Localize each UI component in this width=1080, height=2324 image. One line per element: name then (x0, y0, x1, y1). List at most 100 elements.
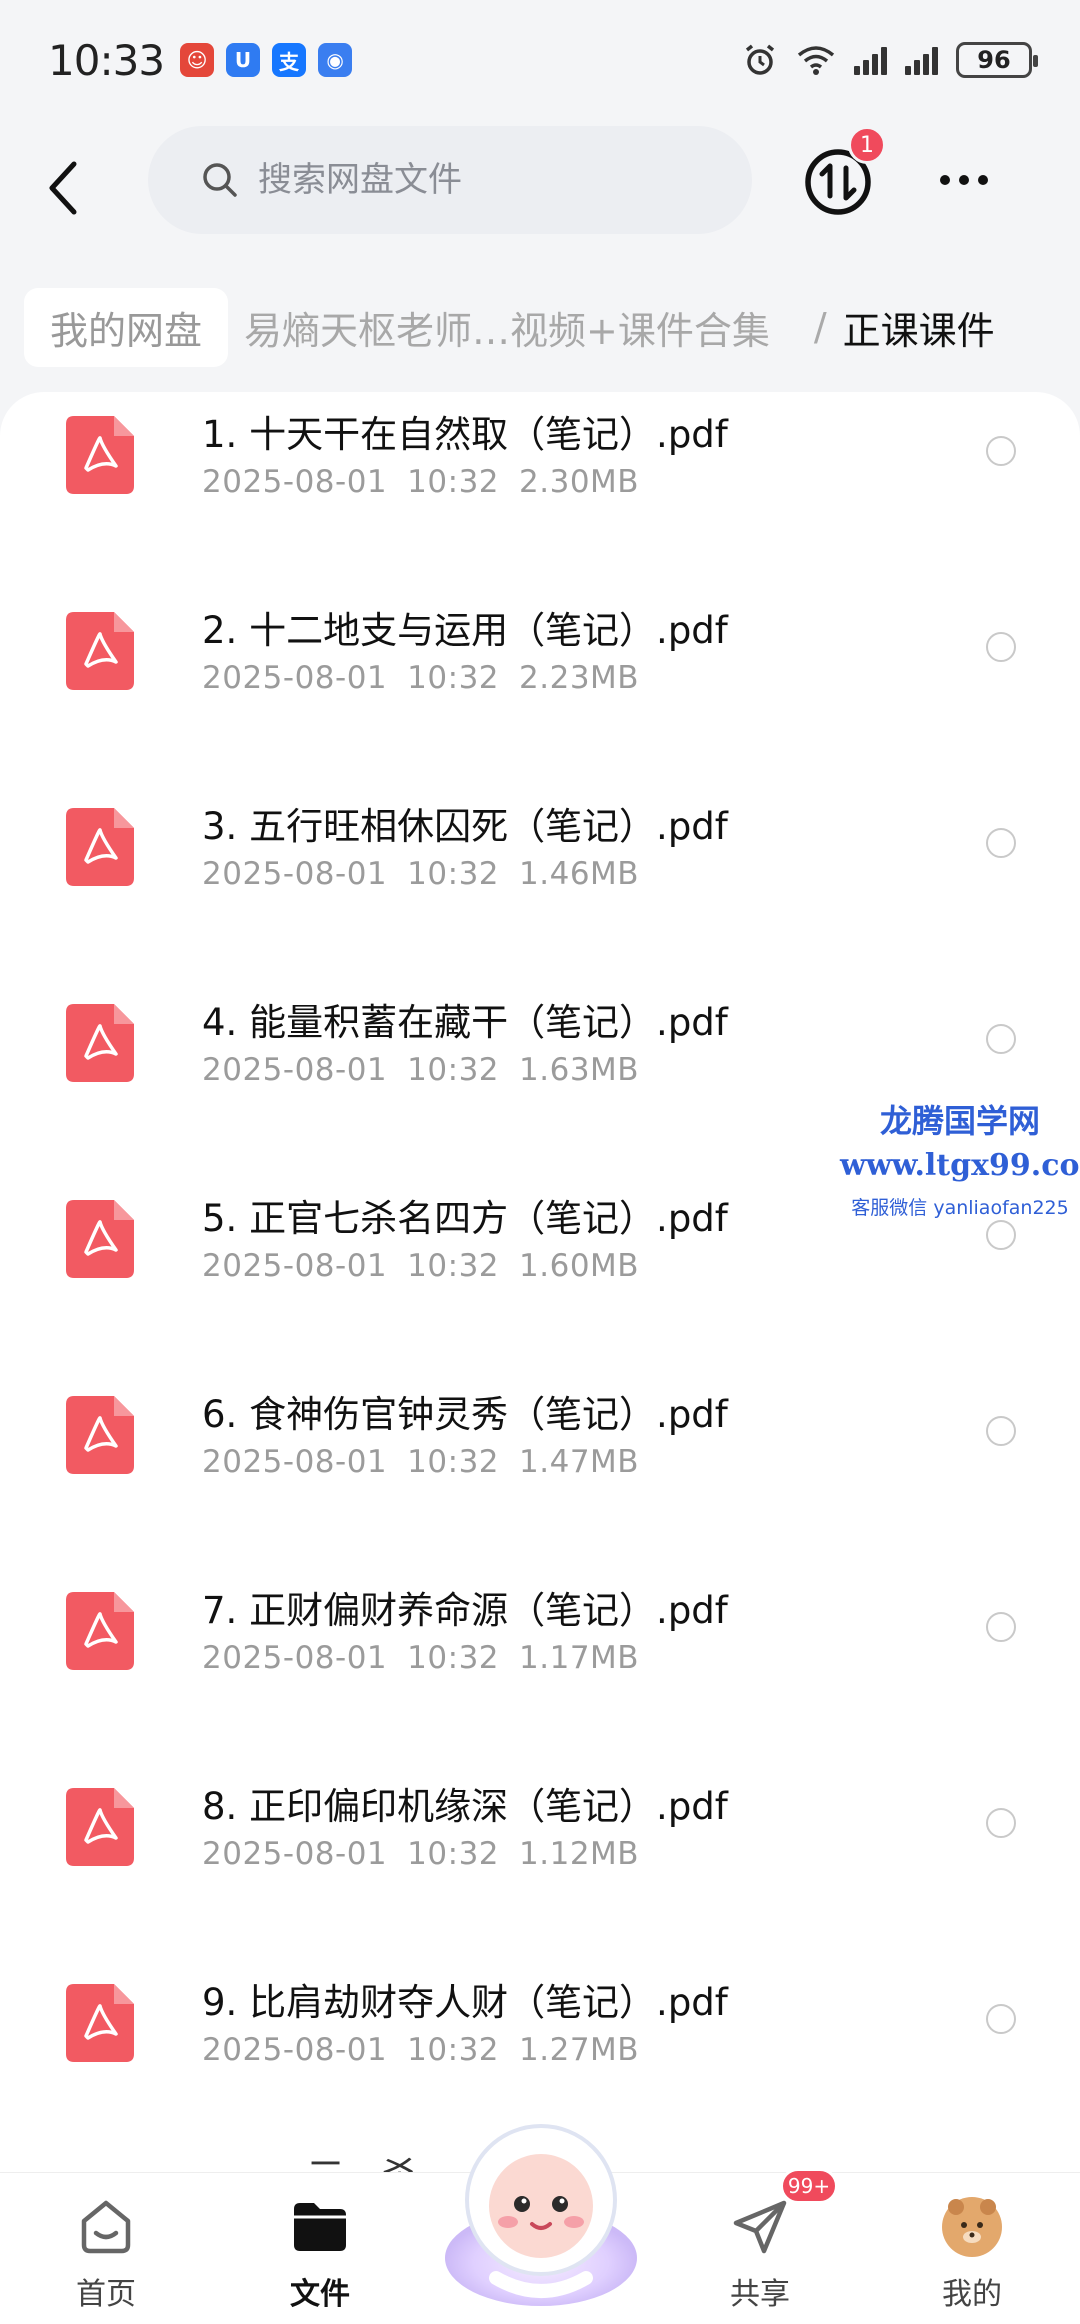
file-size: 1.63MB (519, 1052, 640, 1088)
back-arrow-icon[interactable] (44, 158, 84, 218)
search-icon (203, 163, 237, 197)
file-list: 1. 十天干在自然取（笔记）.pdf 2025-08-01 10:32 2.30MB… (0, 392, 1080, 2172)
app-taobao-icon: U (226, 43, 261, 77)
file-size: 1.17MB (519, 1640, 640, 1676)
pdf-file-icon (66, 612, 134, 690)
select-checkbox[interactable] (986, 632, 1016, 662)
file-row[interactable]: 8. 正印偏印机缘深（笔记）.pdf 2025-08-01 10:32 1.12MB (0, 1764, 1080, 1960)
file-name: 2. 十二地支与运用（笔记）.pdf (202, 609, 728, 652)
file-time: 10:32 (407, 856, 500, 892)
file-row[interactable]: 3. 五行旺相休囚死（笔记）.pdf 2025-08-01 10:32 1.46MB (0, 784, 1080, 980)
nav-share[interactable]: 共享 (690, 2195, 830, 2313)
watermark: 龙腾国学网 www.ltgx99.com 客服微信 yanliaofan225 (840, 1096, 1080, 1220)
send-icon (733, 2200, 787, 2254)
wifi-icon (797, 46, 835, 75)
app-red-icon: ☺ (180, 43, 215, 77)
file-row[interactable]: 1. 十天干在自然取（笔记）.pdf 2025-08-01 10:32 2.30MB (0, 392, 1080, 588)
select-checkbox[interactable] (986, 828, 1016, 858)
pdf-file-icon (66, 1200, 134, 1278)
select-checkbox[interactable] (986, 1416, 1016, 1446)
home-icon (81, 2200, 131, 2254)
status-app-icons: ☺ U 支 ◉ (180, 43, 353, 77)
file-size: 2.30MB (519, 464, 640, 500)
nav-home-label: 首页 (76, 2277, 136, 2312)
file-time: 10:32 (407, 1052, 500, 1088)
more-options-button[interactable] (940, 160, 1004, 200)
file-name: 9. 比肩劫财夺人财（笔记）.pdf (202, 1981, 728, 2024)
file-time: 10:32 (407, 1836, 500, 1872)
file-date: 2025-08-01 (202, 1444, 388, 1480)
file-name: 6. 食神伤官钟灵秀（笔记）.pdf (202, 1393, 728, 1436)
breadcrumb-current: 正课课件 (842, 308, 995, 353)
file-date: 2025-08-01 (202, 464, 388, 500)
breadcrumb-separator: / (813, 305, 827, 349)
status-bar: 10:33 ☺ U 支 ◉ 96 (0, 0, 1080, 120)
file-meta: 2025-08-01 10:32 1.47MB (202, 1444, 659, 1480)
file-date: 2025-08-01 (202, 1640, 388, 1676)
file-size: 2.23MB (519, 660, 640, 696)
avatar (942, 2197, 1002, 2257)
pdf-file-icon (66, 1004, 134, 1082)
nav-mine-label: 我的 (942, 2277, 1002, 2312)
file-size: 1.60MB (519, 1248, 640, 1284)
file-row[interactable]: 7. 正财偏财养命源（笔记）.pdf 2025-08-01 10:32 1.17MB (0, 1568, 1080, 1764)
share-badge: 99+ (780, 2168, 838, 2204)
select-checkbox[interactable] (986, 1808, 1016, 1838)
status-time: 10:33 (48, 35, 165, 85)
pdf-file-icon (66, 416, 134, 494)
pdf-file-icon (66, 1396, 134, 1474)
select-checkbox[interactable] (986, 1024, 1016, 1054)
file-meta: 2025-08-01 10:32 2.23MB (202, 660, 659, 696)
watermark-url: www.ltgx99.com (840, 1148, 1080, 1183)
alipay-icon: 支 (272, 43, 307, 77)
app-blue-icon: ◉ (318, 43, 353, 77)
mascot-ai-button[interactable] (436, 2108, 646, 2318)
file-time: 10:32 (407, 464, 500, 500)
nav-home[interactable]: 首页 (36, 2195, 176, 2313)
breadcrumb-parent[interactable]: 易熵天枢老师…视频+课件合集 (244, 300, 770, 355)
file-date: 2025-08-01 (202, 1052, 388, 1088)
nav-files[interactable]: 文件 (250, 2195, 390, 2313)
nav-share-label: 共享 (730, 2277, 790, 2312)
file-size: 1.46MB (519, 856, 640, 892)
select-checkbox[interactable] (986, 1220, 1016, 1250)
file-date: 2025-08-01 (202, 2032, 388, 2068)
pdf-file-icon (66, 1788, 134, 1866)
file-name: 8. 正印偏印机缘深（笔记）.pdf (202, 1785, 728, 1828)
file-size: 1.12MB (519, 1836, 640, 1872)
file-name: 7. 正财偏财养命源（笔记）.pdf (202, 1589, 728, 1632)
file-meta: 2025-08-01 10:32 1.12MB (202, 1836, 659, 1872)
file-date: 2025-08-01 (202, 660, 388, 696)
select-checkbox[interactable] (986, 436, 1016, 466)
battery-indicator: 96 (956, 42, 1038, 78)
header: 1 (0, 120, 1080, 250)
file-date: 2025-08-01 (202, 856, 388, 892)
file-meta: 2025-08-01 10:32 2.30MB (202, 464, 659, 500)
search-bar[interactable] (148, 126, 752, 234)
file-size: 1.47MB (519, 1444, 640, 1480)
file-name: 1. 十天干在自然取（笔记）.pdf (202, 413, 728, 456)
file-row[interactable]: 2. 十二地支与运用（笔记）.pdf 2025-08-01 10:32 2.23MB (0, 588, 1080, 784)
signal-2-icon (905, 45, 938, 75)
file-date: 2025-08-01 (202, 1248, 388, 1284)
file-meta: 2025-08-01 10:32 1.17MB (202, 1640, 659, 1676)
signal-1-icon (854, 45, 887, 75)
breadcrumb: 我的网盘 易熵天枢老师…视频+课件合集 / 正课课件 (24, 282, 1080, 372)
watermark-contact: 客服微信 yanliaofan225 (851, 1197, 1069, 1219)
status-indicators: 96 (742, 42, 1038, 78)
file-name: 4. 能量积蓄在藏干（笔记）.pdf (202, 1001, 728, 1044)
file-meta: 2025-08-01 10:32 1.27MB (202, 2032, 659, 2068)
pdf-file-icon (66, 1592, 134, 1670)
file-time: 10:32 (407, 660, 500, 696)
search-input[interactable] (258, 160, 658, 200)
file-size: 1.27MB (519, 2032, 640, 2068)
select-checkbox[interactable] (986, 1612, 1016, 1642)
file-row[interactable]: 6. 食神伤官钟灵秀（笔记）.pdf 2025-08-01 10:32 1.47MB (0, 1372, 1080, 1568)
file-name: 5. 正官七杀名四方（笔记）.pdf (202, 1197, 728, 1240)
breadcrumb-root[interactable]: 我的网盘 (24, 287, 229, 367)
file-meta: 2025-08-01 10:32 1.46MB (202, 856, 659, 892)
select-checkbox[interactable] (986, 2004, 1016, 2034)
pdf-file-icon (66, 808, 134, 886)
file-time: 10:32 (407, 2032, 500, 2068)
nav-mine[interactable]: 我的 (902, 2195, 1042, 2313)
